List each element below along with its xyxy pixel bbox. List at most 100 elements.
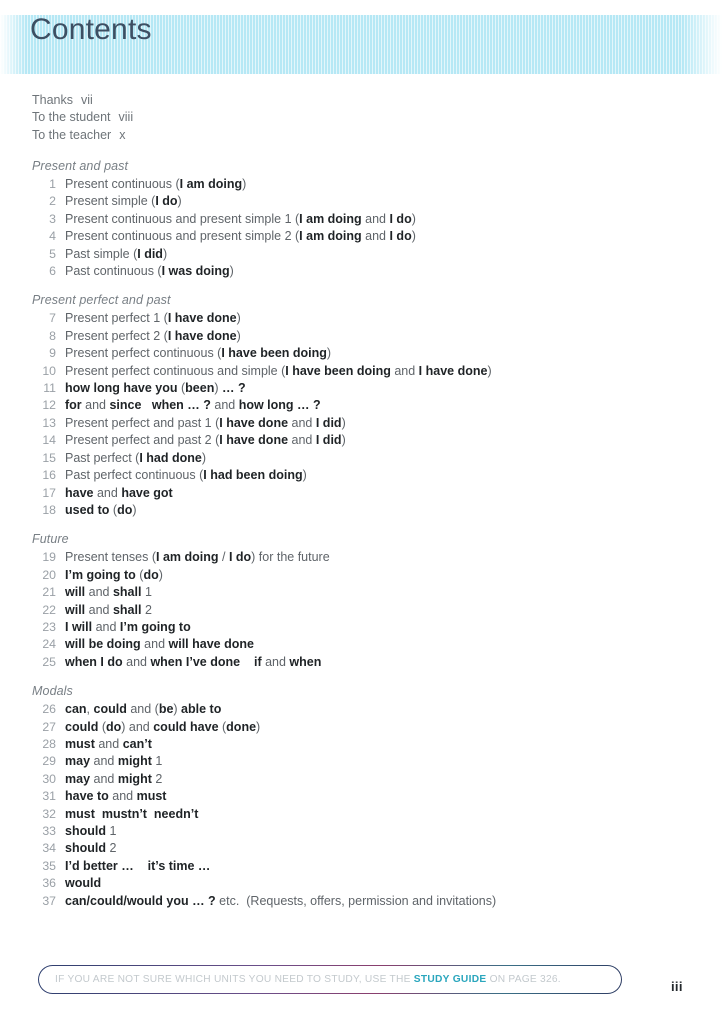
toc-entry-number: 14 <box>42 433 56 448</box>
toc-entry-label: used to (do) <box>65 502 137 517</box>
toc-entry-number: 29 <box>42 754 56 769</box>
toc-entry[interactable]: 2 Present simple (I do) <box>32 193 692 210</box>
toc-entry[interactable]: 27 could (do) and could have (done) <box>32 719 692 736</box>
toc-entry-number: 10 <box>42 363 56 378</box>
toc-entry-label: Present perfect continuous (I have been … <box>65 346 332 361</box>
toc-entry-number: 25 <box>42 654 56 669</box>
toc-entry[interactable]: 30 may and might 2 <box>32 771 692 788</box>
toc-entry-number: 37 <box>42 893 56 908</box>
toc-entry[interactable]: 6 Past continuous (I was doing) <box>32 263 692 280</box>
toc-entry-label: I’m going to (do) <box>65 567 163 582</box>
toc-entry-label: will and shall 1 <box>65 585 152 600</box>
toc-entry-number: 26 <box>42 702 56 717</box>
frontmatter-label: To the student <box>32 110 111 125</box>
toc-entry[interactable]: 36 would <box>32 875 692 892</box>
toc-entry-number: 36 <box>42 876 56 891</box>
toc-section: Present and past 1 Present continuous (I a… <box>32 158 692 280</box>
toc-entry-label: have to and must <box>65 789 167 804</box>
toc-entry[interactable]: 34 should 2 <box>32 840 692 857</box>
toc-entry-label: would <box>65 876 102 891</box>
toc-entry-label: must mustn’t needn’t <box>65 806 199 821</box>
toc-entry-label: may and might 1 <box>65 754 163 769</box>
toc-entry[interactable]: 23 I will and I’m going to <box>32 619 692 636</box>
toc-entry[interactable]: 29 may and might 1 <box>32 753 692 770</box>
toc-entry-number: 1 <box>49 177 56 191</box>
toc-entry[interactable]: 4 Present continuous and present simple 2… <box>32 228 692 245</box>
toc-entry[interactable]: 22 will and shall 2 <box>32 602 692 619</box>
frontmatter-page: vii <box>81 93 93 107</box>
toc-entry[interactable]: 1 Present continuous (I am doing) <box>32 176 692 193</box>
toc-entry[interactable]: 15 Past perfect (I had done) <box>32 450 692 467</box>
toc-entry[interactable]: 12 for and since when … ? and how long … … <box>32 397 692 414</box>
toc-entry-label: can, could and (be) able to <box>65 702 222 717</box>
toc-entry-label: will be doing and will have done <box>65 637 254 652</box>
toc-entry-number: 5 <box>49 246 56 261</box>
toc-entry-number: 7 <box>49 311 56 326</box>
toc-entry[interactable]: 20 I’m going to (do) <box>32 567 692 584</box>
toc-section: Future 19 Present tenses (I am doing / I d… <box>32 531 692 671</box>
toc-entry-number: 3 <box>49 211 56 226</box>
toc-entry[interactable]: 10 Present perfect continuous and simple … <box>32 363 692 380</box>
toc-entry-label: could (do) and could have (done) <box>65 719 261 734</box>
toc-entry-number: 18 <box>42 502 56 517</box>
toc-entry-label: should 2 <box>65 841 117 856</box>
toc-entry-number: 2 <box>49 194 56 209</box>
toc-entry[interactable]: 26 can, could and (be) able to <box>32 701 692 718</box>
study-guide-note-text: IF YOU ARE NOT SURE WHICH UNITS YOU NEED… <box>55 974 561 985</box>
toc-entry[interactable]: 37 can/could/would you … ? etc. (Requests… <box>32 893 692 910</box>
toc-section: Present perfect and past 7 Present perfect… <box>32 292 692 519</box>
toc-entry[interactable]: 35 I’d better … it’s time … <box>32 858 692 875</box>
toc-entry-label: will and shall 2 <box>65 602 152 617</box>
toc-entry-number: 24 <box>42 637 56 652</box>
study-guide-note-inner: IF YOU ARE NOT SURE WHICH UNITS YOU NEED… <box>39 966 621 993</box>
toc-entry-label: must and can’t <box>65 736 152 751</box>
toc-entry[interactable]: 8 Present perfect 2 (I have done) <box>32 328 692 345</box>
banner-fade-left <box>0 15 26 74</box>
banner-fade-right <box>682 15 722 74</box>
toc-entry-label: Present tenses (I am doing / I do) for t… <box>65 550 330 565</box>
toc-entry-label: how long have you (been) … ? <box>65 381 246 396</box>
toc-entry[interactable]: 25 when I do and when I’ve done if and wh… <box>32 654 692 671</box>
toc-entry-number: 34 <box>42 841 56 856</box>
toc-entry-label: Past continuous (I was doing) <box>65 264 234 279</box>
toc-section-title: Future <box>32 532 69 547</box>
toc-entry-number: 6 <box>49 264 56 279</box>
frontmatter-row: To the student viii <box>32 109 133 126</box>
toc-entry[interactable]: 31 have to and must <box>32 788 692 805</box>
toc-entry[interactable]: 21 will and shall 1 <box>32 584 692 601</box>
toc-entry[interactable]: 5 Past simple (I did) <box>32 246 692 263</box>
toc-entry-number: 16 <box>42 468 56 483</box>
toc-entry[interactable]: 13 Present perfect and past 1 (I have don… <box>32 415 692 432</box>
toc-entry[interactable]: 28 must and can’t <box>32 736 692 753</box>
toc-entry[interactable]: 17 have and have got <box>32 485 692 502</box>
toc-entry-label: Past perfect (I had done) <box>65 450 207 465</box>
toc-entry[interactable]: 16 Past perfect continuous (I had been do… <box>32 467 692 484</box>
toc-entry[interactable]: 19 Present tenses (I am doing / I do) for… <box>32 549 692 566</box>
toc-entry-number: 12 <box>42 398 56 413</box>
toc-entry-label: Present perfect continuous and simple (I… <box>65 363 492 378</box>
toc-entry-number: 30 <box>42 771 56 786</box>
toc-entry-label: should 1 <box>65 824 117 838</box>
toc-entry[interactable]: 18 used to (do) <box>32 502 692 519</box>
toc-entry-number: 27 <box>42 719 56 734</box>
toc-entry-number: 11 <box>43 381 56 396</box>
toc-entry[interactable]: 14 Present perfect and past 2 (I have don… <box>32 432 692 449</box>
toc-entry-label: Present continuous and present simple 2 … <box>65 229 416 244</box>
toc-entry[interactable]: 7 Present perfect 1 (I have done) <box>32 310 692 327</box>
toc-entry[interactable]: 33 should 1 <box>32 823 692 840</box>
toc-entry[interactable]: 24 will be doing and will have done <box>32 636 692 653</box>
toc-entry[interactable]: 9 Present perfect continuous (I have been… <box>32 345 692 362</box>
toc-entry-number: 28 <box>42 736 56 751</box>
toc-entry[interactable]: 3 Present continuous and present simple 1… <box>32 211 692 228</box>
toc-entry-label: can/could/would you … ? etc. (Requests, … <box>65 893 497 908</box>
toc-entry-number: 21 <box>42 585 56 600</box>
toc-entry-label: when I do and when I’ve done if and when <box>65 654 322 669</box>
frontmatter-list: Thanks vii To the student viii To the teache… <box>32 92 133 144</box>
toc-entry[interactable]: 32 must mustn’t needn’t <box>32 806 692 823</box>
frontmatter-page: viii <box>118 110 134 125</box>
frontmatter-row: Thanks vii <box>32 92 133 109</box>
toc-section-title: Present perfect and past <box>32 293 171 308</box>
toc-entry-label: Present perfect 1 (I have done) <box>65 311 241 326</box>
toc-entry[interactable]: 11 how long have you (been) … ? <box>32 380 692 397</box>
toc-entry-number: 33 <box>42 824 56 838</box>
